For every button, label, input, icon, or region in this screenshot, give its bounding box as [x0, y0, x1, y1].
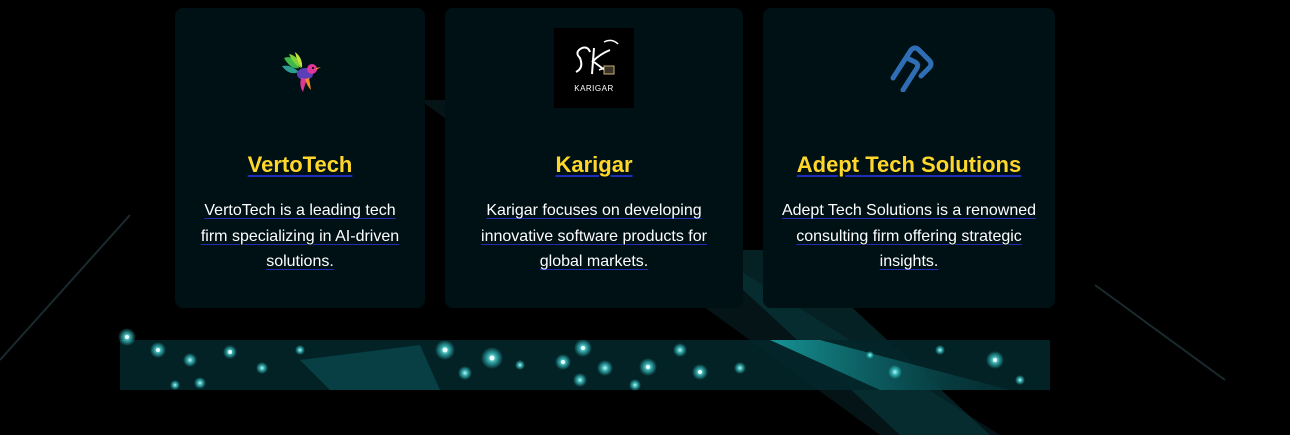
company-card-karigar: KARIGAR Karigar Karigar focuses on devel… [445, 8, 743, 308]
hummingbird-icon [279, 50, 321, 94]
company-description: Adept Tech Solutions is a renowned consu… [781, 202, 1037, 270]
company-title[interactable]: Adept Tech Solutions [763, 152, 1055, 178]
company-card-vertotech: VertoTech VertoTech is a leading tech fi… [175, 8, 425, 308]
company-title[interactable]: Karigar [445, 152, 743, 178]
karigar-logo-text: KARIGAR [574, 84, 614, 93]
karigar-logo: KARIGAR [554, 28, 634, 108]
company-title[interactable]: VertoTech [175, 152, 425, 178]
company-description: VertoTech is a leading tech firm special… [200, 202, 400, 270]
company-card-adept-tech-solutions: Adept Tech Solutions Adept Tech Solution… [763, 8, 1055, 308]
company-description: Karigar focuses on developing innovative… [481, 202, 707, 270]
adept-logo-icon [883, 44, 935, 93]
